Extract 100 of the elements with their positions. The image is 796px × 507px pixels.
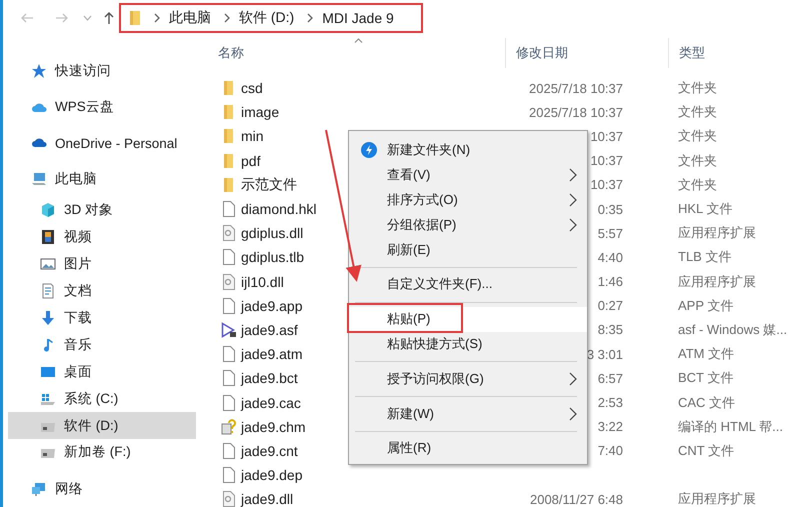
file-name[interactable]: jade9.app [241, 298, 303, 314]
type-column-header[interactable]: 类型 [668, 38, 796, 68]
file-type: 应用程序扩展 [678, 274, 756, 289]
file-name[interactable]: jade9.dep [241, 467, 303, 484]
chevron-icon [569, 218, 577, 232]
modified-date: 6:57 [598, 370, 623, 386]
menu-item[interactable]: 分组依据(P) [349, 212, 587, 238]
menu-item[interactable]: 粘贴(P) [349, 306, 587, 332]
modified-date: 0:35 [598, 202, 623, 217]
file-icon [221, 298, 237, 314]
file-type: HKL 文件 [678, 201, 732, 216]
chevron-icon [306, 13, 314, 23]
back-icon[interactable] [20, 12, 34, 24]
settings-file-icon [221, 225, 237, 242]
sidebar-item[interactable]: 图片 [8, 250, 196, 278]
address-bar[interactable]: 此电脑 软件 (D:) MDI Jade 9 [119, 3, 423, 33]
file-type: 文件夹 [678, 152, 717, 168]
file-name[interactable]: jade9.dll [241, 491, 294, 507]
menu-item[interactable]: 新建文件夹(N) [349, 138, 587, 163]
menu-item[interactable]: 属性(R) [349, 436, 587, 461]
file-icon [221, 201, 237, 218]
modified-date: 3:22 [598, 419, 623, 434]
sidebar-item[interactable]: 网络 [8, 470, 196, 507]
file-type: APP 文件 [678, 298, 734, 313]
file-name[interactable]: csd [241, 80, 263, 96]
file-name[interactable]: min [241, 128, 264, 144]
menu-item[interactable]: 排序方式(O) [349, 188, 587, 212]
sidebar-item[interactable]: 文档 [8, 278, 196, 305]
file-name[interactable]: jade9.cnt [241, 442, 298, 459]
breadcrumb[interactable]: MDI Jade 9 [322, 10, 394, 26]
sidebar-item[interactable]: 视频 [8, 224, 196, 251]
modified-date: 10:37 [590, 128, 623, 144]
chevron-icon [569, 168, 577, 182]
chevron-icon [569, 192, 577, 207]
star-icon [31, 63, 47, 79]
file-name[interactable]: gdiplus.dll [241, 225, 304, 242]
picture-icon [40, 256, 56, 272]
cube-icon [40, 202, 56, 218]
file-name[interactable]: jade9.asf [241, 322, 298, 338]
sort-caret-icon [354, 38, 363, 43]
file-name[interactable]: ijl10.dll [241, 274, 284, 290]
modified-date: 0:27 [598, 298, 623, 314]
modified-date: 1:46 [598, 274, 623, 290]
file-type: 应用程序扩展 [678, 491, 756, 506]
modified-date: 2025/7/18 10:37 [529, 80, 623, 96]
name-column-header[interactable]: 名称 [200, 38, 505, 68]
sidebar-item[interactable]: 新加卷 (F:) [8, 439, 196, 466]
modified-date: 2:53 [598, 395, 623, 410]
file-name[interactable]: jade9.chm [241, 418, 306, 435]
breadcrumb[interactable]: 软件 (D:) [239, 9, 294, 27]
play-icon [221, 322, 237, 338]
file-icon [221, 346, 237, 362]
sidebar-item[interactable]: WPS云盘 [8, 89, 196, 125]
modified-date: 5:57 [598, 226, 623, 241]
menu-item[interactable]: 自定义文件夹(F)... [349, 272, 587, 297]
up-icon[interactable] [103, 11, 115, 25]
date-column-header[interactable]: 修改日期 [505, 38, 668, 68]
dropdown-icon[interactable] [83, 15, 92, 21]
modified-date: 7:40 [598, 443, 623, 458]
folder-icon [129, 10, 141, 26]
modified-date: 2025/7/18 10:37 [529, 104, 623, 120]
sidebar-item[interactable]: 此电脑 [8, 161, 196, 197]
chevron-icon [223, 13, 231, 23]
menu-item[interactable]: 粘贴快捷方式(S) [349, 332, 587, 356]
sidebar-item[interactable]: 软件 (D:) [8, 412, 196, 440]
sidebar-item[interactable]: 系统 (C:) [8, 385, 196, 412]
chevron-icon [153, 13, 161, 23]
file-type: 文件夹 [678, 104, 717, 120]
sidebar-item[interactable]: OneDrive - Personal [8, 125, 196, 161]
help-file-icon [221, 418, 237, 435]
menu-item[interactable]: 授予访问权限(G) [349, 366, 587, 392]
file-name[interactable]: diamond.hkl [241, 201, 316, 218]
file-name[interactable]: 示范文件 [241, 176, 297, 194]
modified-date: 10:37 [590, 177, 623, 192]
chevron-icon [569, 406, 577, 421]
file-type: 编译的 HTML 帮... [678, 418, 783, 434]
file-icon [221, 370, 237, 386]
file-name[interactable]: gdiplus.tlb [241, 249, 304, 266]
chevron-icon [569, 372, 577, 386]
file-type: 文件夹 [678, 128, 717, 144]
forward-icon[interactable] [55, 12, 69, 24]
menu-item[interactable]: 查看(V) [349, 162, 587, 188]
download-icon [40, 310, 56, 326]
sidebar-item[interactable]: 音乐 [8, 331, 196, 358]
menu-item[interactable]: 新建(W) [349, 401, 587, 426]
file-name[interactable]: pdf [241, 152, 260, 169]
file-name[interactable]: jade9.cac [241, 394, 301, 411]
file-name[interactable]: jade9.atm [241, 346, 302, 362]
sidebar-item[interactable]: 3D 对象 [8, 197, 196, 224]
network-icon [31, 480, 47, 497]
file-name[interactable]: image [241, 104, 280, 120]
sidebar-item[interactable]: 下载 [8, 304, 196, 332]
menu-item[interactable]: 刷新(E) [349, 237, 587, 262]
sidebar-item[interactable]: 桌面 [8, 358, 196, 386]
settings-file-icon [221, 491, 237, 507]
file-type: BCT 文件 [678, 370, 734, 386]
modified-date: 8:35 [598, 322, 623, 338]
breadcrumb[interactable]: 此电脑 [169, 9, 211, 27]
sidebar-item[interactable]: 快速访问 [8, 53, 196, 89]
file-name[interactable]: jade9.bct [241, 370, 298, 386]
